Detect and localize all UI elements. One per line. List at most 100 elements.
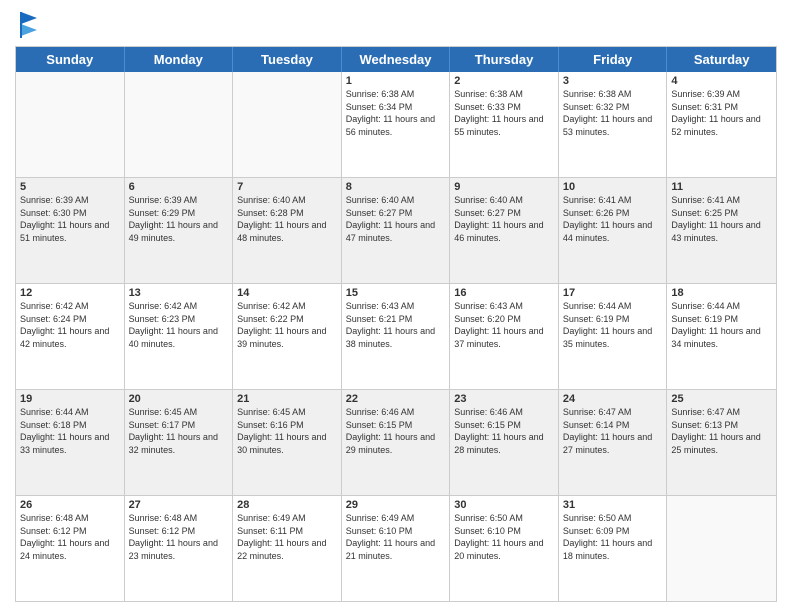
- calendar-cell: 9Sunrise: 6:40 AM Sunset: 6:27 PM Daylig…: [450, 178, 559, 283]
- cell-info: Sunrise: 6:39 AM Sunset: 6:31 PM Dayligh…: [671, 88, 772, 138]
- calendar-row: 1Sunrise: 6:38 AM Sunset: 6:34 PM Daylig…: [16, 72, 776, 177]
- calendar-header-cell: Sunday: [16, 47, 125, 72]
- cell-info: Sunrise: 6:38 AM Sunset: 6:34 PM Dayligh…: [346, 88, 446, 138]
- cell-info: Sunrise: 6:44 AM Sunset: 6:19 PM Dayligh…: [671, 300, 772, 350]
- day-number: 16: [454, 287, 554, 299]
- calendar-row: 19Sunrise: 6:44 AM Sunset: 6:18 PM Dayli…: [16, 389, 776, 495]
- calendar-cell: 15Sunrise: 6:43 AM Sunset: 6:21 PM Dayli…: [342, 284, 451, 389]
- calendar-cell: 27Sunrise: 6:48 AM Sunset: 6:12 PM Dayli…: [125, 496, 234, 601]
- day-number: 4: [671, 75, 772, 87]
- cell-info: Sunrise: 6:49 AM Sunset: 6:10 PM Dayligh…: [346, 512, 446, 562]
- calendar-header-cell: Saturday: [667, 47, 776, 72]
- calendar-cell: 25Sunrise: 6:47 AM Sunset: 6:13 PM Dayli…: [667, 390, 776, 495]
- calendar-cell: 23Sunrise: 6:46 AM Sunset: 6:15 PM Dayli…: [450, 390, 559, 495]
- logo: [15, 10, 39, 38]
- day-number: 5: [20, 181, 120, 193]
- cell-info: Sunrise: 6:45 AM Sunset: 6:17 PM Dayligh…: [129, 406, 229, 456]
- cell-info: Sunrise: 6:42 AM Sunset: 6:24 PM Dayligh…: [20, 300, 120, 350]
- day-number: 7: [237, 181, 337, 193]
- calendar-cell: 8Sunrise: 6:40 AM Sunset: 6:27 PM Daylig…: [342, 178, 451, 283]
- cell-info: Sunrise: 6:44 AM Sunset: 6:19 PM Dayligh…: [563, 300, 663, 350]
- page: SundayMondayTuesdayWednesdayThursdayFrid…: [0, 0, 792, 612]
- day-number: 11: [671, 181, 772, 193]
- day-number: 3: [563, 75, 663, 87]
- day-number: 2: [454, 75, 554, 87]
- header: [15, 10, 777, 38]
- day-number: 14: [237, 287, 337, 299]
- cell-info: Sunrise: 6:46 AM Sunset: 6:15 PM Dayligh…: [346, 406, 446, 456]
- calendar-cell: 26Sunrise: 6:48 AM Sunset: 6:12 PM Dayli…: [16, 496, 125, 601]
- cell-info: Sunrise: 6:39 AM Sunset: 6:29 PM Dayligh…: [129, 194, 229, 244]
- cell-info: Sunrise: 6:44 AM Sunset: 6:18 PM Dayligh…: [20, 406, 120, 456]
- day-number: 29: [346, 499, 446, 511]
- cell-info: Sunrise: 6:49 AM Sunset: 6:11 PM Dayligh…: [237, 512, 337, 562]
- logo-flag-icon: [17, 10, 39, 38]
- calendar-cell: 12Sunrise: 6:42 AM Sunset: 6:24 PM Dayli…: [16, 284, 125, 389]
- calendar-cell: 17Sunrise: 6:44 AM Sunset: 6:19 PM Dayli…: [559, 284, 668, 389]
- calendar-cell: 29Sunrise: 6:49 AM Sunset: 6:10 PM Dayli…: [342, 496, 451, 601]
- calendar-header-cell: Thursday: [450, 47, 559, 72]
- day-number: 13: [129, 287, 229, 299]
- calendar-cell: [125, 72, 234, 177]
- calendar-cell: 19Sunrise: 6:44 AM Sunset: 6:18 PM Dayli…: [16, 390, 125, 495]
- calendar-cell: 24Sunrise: 6:47 AM Sunset: 6:14 PM Dayli…: [559, 390, 668, 495]
- day-number: 20: [129, 393, 229, 405]
- day-number: 17: [563, 287, 663, 299]
- day-number: 24: [563, 393, 663, 405]
- calendar-cell: 20Sunrise: 6:45 AM Sunset: 6:17 PM Dayli…: [125, 390, 234, 495]
- cell-info: Sunrise: 6:41 AM Sunset: 6:26 PM Dayligh…: [563, 194, 663, 244]
- day-number: 26: [20, 499, 120, 511]
- day-number: 25: [671, 393, 772, 405]
- cell-info: Sunrise: 6:48 AM Sunset: 6:12 PM Dayligh…: [20, 512, 120, 562]
- calendar-header-cell: Tuesday: [233, 47, 342, 72]
- day-number: 28: [237, 499, 337, 511]
- day-number: 18: [671, 287, 772, 299]
- cell-info: Sunrise: 6:42 AM Sunset: 6:22 PM Dayligh…: [237, 300, 337, 350]
- day-number: 31: [563, 499, 663, 511]
- day-number: 9: [454, 181, 554, 193]
- day-number: 21: [237, 393, 337, 405]
- day-number: 19: [20, 393, 120, 405]
- calendar-body: 1Sunrise: 6:38 AM Sunset: 6:34 PM Daylig…: [16, 72, 776, 601]
- calendar-cell: [667, 496, 776, 601]
- cell-info: Sunrise: 6:45 AM Sunset: 6:16 PM Dayligh…: [237, 406, 337, 456]
- calendar-header-row: SundayMondayTuesdayWednesdayThursdayFrid…: [16, 47, 776, 72]
- calendar-cell: [16, 72, 125, 177]
- day-number: 15: [346, 287, 446, 299]
- day-number: 22: [346, 393, 446, 405]
- calendar-header-cell: Friday: [559, 47, 668, 72]
- day-number: 12: [20, 287, 120, 299]
- calendar-cell: 4Sunrise: 6:39 AM Sunset: 6:31 PM Daylig…: [667, 72, 776, 177]
- cell-info: Sunrise: 6:50 AM Sunset: 6:09 PM Dayligh…: [563, 512, 663, 562]
- calendar-cell: [233, 72, 342, 177]
- calendar-header-cell: Wednesday: [342, 47, 451, 72]
- calendar-cell: 11Sunrise: 6:41 AM Sunset: 6:25 PM Dayli…: [667, 178, 776, 283]
- cell-info: Sunrise: 6:40 AM Sunset: 6:27 PM Dayligh…: [346, 194, 446, 244]
- calendar-header-cell: Monday: [125, 47, 234, 72]
- cell-info: Sunrise: 6:50 AM Sunset: 6:10 PM Dayligh…: [454, 512, 554, 562]
- calendar-cell: 1Sunrise: 6:38 AM Sunset: 6:34 PM Daylig…: [342, 72, 451, 177]
- cell-info: Sunrise: 6:39 AM Sunset: 6:30 PM Dayligh…: [20, 194, 120, 244]
- cell-info: Sunrise: 6:43 AM Sunset: 6:20 PM Dayligh…: [454, 300, 554, 350]
- calendar-cell: 14Sunrise: 6:42 AM Sunset: 6:22 PM Dayli…: [233, 284, 342, 389]
- cell-info: Sunrise: 6:48 AM Sunset: 6:12 PM Dayligh…: [129, 512, 229, 562]
- calendar-cell: 6Sunrise: 6:39 AM Sunset: 6:29 PM Daylig…: [125, 178, 234, 283]
- calendar-cell: 22Sunrise: 6:46 AM Sunset: 6:15 PM Dayli…: [342, 390, 451, 495]
- cell-info: Sunrise: 6:41 AM Sunset: 6:25 PM Dayligh…: [671, 194, 772, 244]
- calendar-cell: 21Sunrise: 6:45 AM Sunset: 6:16 PM Dayli…: [233, 390, 342, 495]
- day-number: 10: [563, 181, 663, 193]
- calendar-row: 12Sunrise: 6:42 AM Sunset: 6:24 PM Dayli…: [16, 283, 776, 389]
- cell-info: Sunrise: 6:40 AM Sunset: 6:28 PM Dayligh…: [237, 194, 337, 244]
- day-number: 6: [129, 181, 229, 193]
- calendar-cell: 30Sunrise: 6:50 AM Sunset: 6:10 PM Dayli…: [450, 496, 559, 601]
- calendar-cell: 16Sunrise: 6:43 AM Sunset: 6:20 PM Dayli…: [450, 284, 559, 389]
- calendar-cell: 31Sunrise: 6:50 AM Sunset: 6:09 PM Dayli…: [559, 496, 668, 601]
- calendar-row: 26Sunrise: 6:48 AM Sunset: 6:12 PM Dayli…: [16, 495, 776, 601]
- calendar-cell: 7Sunrise: 6:40 AM Sunset: 6:28 PM Daylig…: [233, 178, 342, 283]
- calendar-cell: 10Sunrise: 6:41 AM Sunset: 6:26 PM Dayli…: [559, 178, 668, 283]
- day-number: 1: [346, 75, 446, 87]
- cell-info: Sunrise: 6:38 AM Sunset: 6:33 PM Dayligh…: [454, 88, 554, 138]
- cell-info: Sunrise: 6:38 AM Sunset: 6:32 PM Dayligh…: [563, 88, 663, 138]
- calendar-cell: 3Sunrise: 6:38 AM Sunset: 6:32 PM Daylig…: [559, 72, 668, 177]
- day-number: 27: [129, 499, 229, 511]
